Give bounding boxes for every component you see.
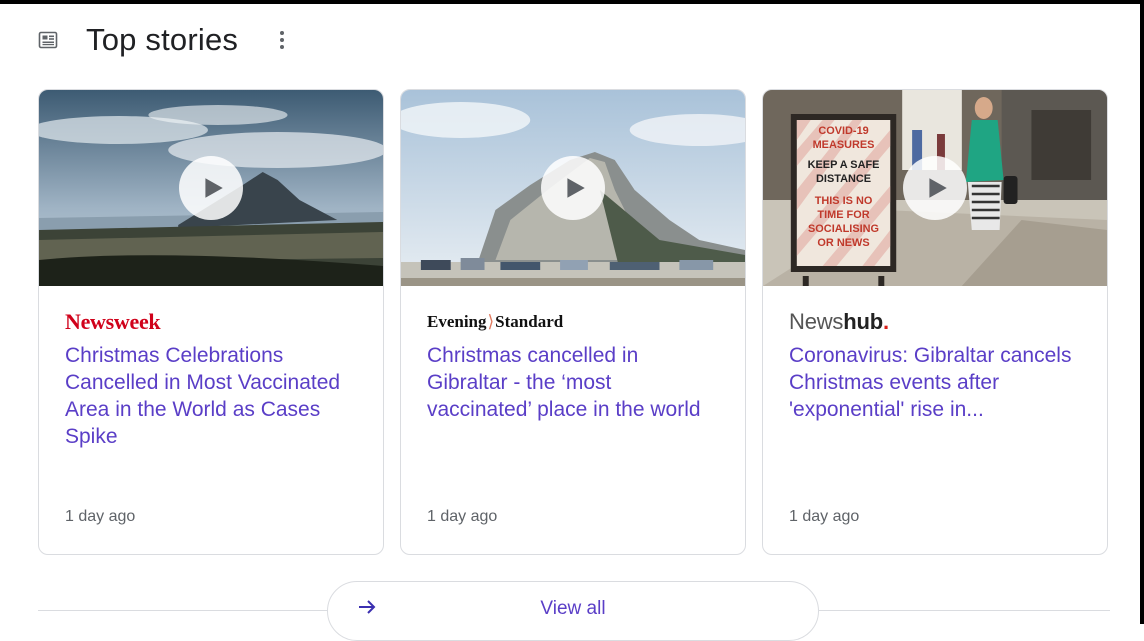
more-vert-icon[interactable] xyxy=(272,28,292,52)
view-all-label: View all xyxy=(540,598,606,619)
story-headline[interactable]: Coronavirus: Gibraltar cancels Christmas… xyxy=(789,342,1081,423)
play-icon[interactable] xyxy=(179,156,243,220)
source-logo: Evening⟩Standard xyxy=(427,310,719,334)
story-headline[interactable]: Christmas Celebrations Cancelled in Most… xyxy=(65,342,357,450)
source-name: Evening⟩Standard xyxy=(427,312,564,331)
story-time: 1 day ago xyxy=(789,508,860,525)
source-name: Newshub. xyxy=(789,309,889,334)
window-edge-top xyxy=(0,0,1144,4)
story-cards: Newsweek Christmas Celebrations Cancelle… xyxy=(38,89,1108,555)
story-time: 1 day ago xyxy=(427,508,498,525)
view-all-button[interactable]: View all xyxy=(327,581,819,641)
divider-left xyxy=(38,610,327,611)
source-logo: Newshub. xyxy=(789,309,1081,334)
play-icon[interactable] xyxy=(903,156,967,220)
play-icon[interactable] xyxy=(541,156,605,220)
source-name: Newsweek xyxy=(65,309,161,334)
newspaper-icon xyxy=(38,30,58,50)
story-thumbnail xyxy=(401,90,745,286)
story-headline[interactable]: Christmas cancelled in Gibraltar - the ‘… xyxy=(427,342,719,423)
story-card[interactable]: COVID-19 MEASURES KEEP A SAFE DISTANCE T… xyxy=(762,89,1108,555)
divider-right xyxy=(819,610,1110,611)
section-title: Top stories xyxy=(86,22,239,57)
story-card[interactable]: Newsweek Christmas Celebrations Cancelle… xyxy=(38,89,384,555)
window-edge-right xyxy=(1140,0,1144,624)
story-thumbnail: COVID-19 MEASURES KEEP A SAFE DISTANCE T… xyxy=(763,90,1107,286)
top-stories-header: Top stories xyxy=(38,18,292,62)
story-card[interactable]: Evening⟩Standard Christmas cancelled in … xyxy=(400,89,746,555)
story-time: 1 day ago xyxy=(65,508,136,525)
story-thumbnail xyxy=(39,90,383,286)
source-logo: Newsweek xyxy=(65,309,357,334)
